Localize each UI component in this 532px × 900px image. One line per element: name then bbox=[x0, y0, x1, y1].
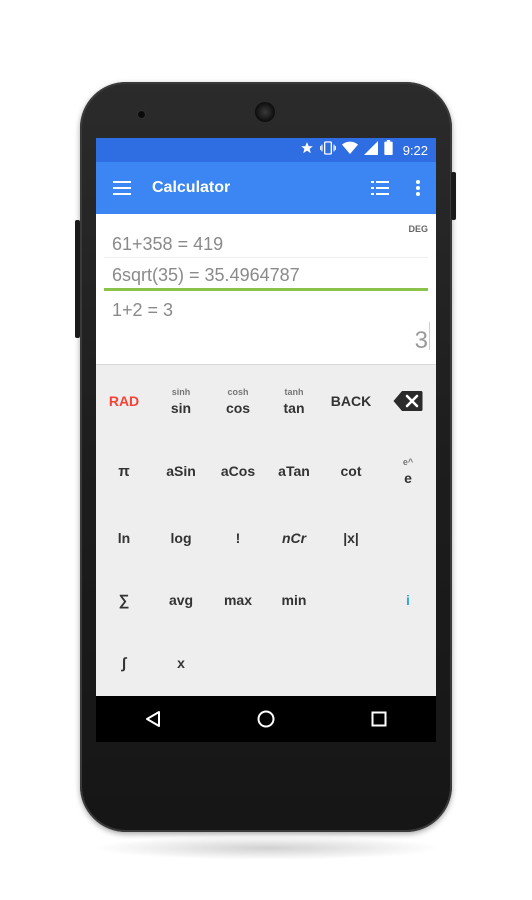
rad-key[interactable]: RAD bbox=[96, 373, 152, 429]
front-camera bbox=[138, 111, 145, 118]
nav-home-button[interactable] bbox=[236, 696, 296, 742]
nav-back-button[interactable] bbox=[123, 696, 183, 742]
history-list-icon bbox=[371, 181, 389, 195]
history-entry[interactable]: 61+358 = 419 bbox=[112, 234, 223, 255]
volume-button bbox=[75, 220, 80, 338]
sin-key[interactable]: sinh sin bbox=[153, 373, 209, 429]
home-circle-icon bbox=[257, 710, 275, 728]
recents-square-icon bbox=[371, 711, 387, 727]
earpiece-speaker bbox=[255, 102, 275, 122]
calculator-display: DEG 61+358 = 419 6sqrt(35) = 35.4964787 … bbox=[96, 214, 436, 365]
max-key[interactable]: max bbox=[210, 572, 266, 628]
sum-key[interactable]: ∑ bbox=[96, 572, 152, 628]
app-bar: Calculator bbox=[96, 162, 436, 214]
vibrate-icon bbox=[319, 138, 336, 162]
navigation-bar bbox=[96, 696, 436, 742]
angle-mode-indicator: DEG bbox=[408, 224, 428, 234]
integral-key[interactable]: ∫ bbox=[96, 635, 152, 691]
variable-x-key[interactable]: x bbox=[153, 635, 209, 691]
star-icon bbox=[300, 138, 314, 162]
more-vert-icon bbox=[416, 180, 420, 196]
history-list-button[interactable] bbox=[360, 162, 400, 214]
back-key[interactable]: BACK bbox=[323, 373, 379, 429]
asin-key[interactable]: aSin bbox=[153, 443, 209, 499]
result-value: 3 bbox=[414, 327, 428, 354]
ncr-key[interactable]: nCr bbox=[266, 510, 322, 566]
pi-key[interactable]: π bbox=[96, 443, 152, 499]
hamburger-menu-icon bbox=[113, 181, 131, 195]
ln-key[interactable]: ln bbox=[96, 510, 152, 566]
acos-key[interactable]: aCos bbox=[210, 443, 266, 499]
scientific-keypad: RAD sinh sin cosh cos tanh tan BACK π aS… bbox=[96, 365, 436, 696]
input-underline bbox=[104, 288, 428, 291]
expression-input[interactable]: 1+2 = 3 bbox=[112, 300, 173, 321]
history-entry[interactable]: 6sqrt(35) = 35.4964787 bbox=[112, 265, 300, 286]
phone-shadow bbox=[92, 836, 442, 860]
atan-key[interactable]: aTan bbox=[266, 443, 322, 499]
abs-key[interactable]: |x| bbox=[323, 510, 379, 566]
cos-key[interactable]: cosh cos bbox=[210, 373, 266, 429]
text-cursor bbox=[429, 322, 430, 350]
wifi-icon bbox=[341, 138, 358, 162]
back-triangle-icon bbox=[145, 711, 160, 727]
status-bar: 9:22 bbox=[96, 138, 436, 162]
min-key[interactable]: min bbox=[266, 572, 322, 628]
app-title: Calculator bbox=[152, 179, 231, 196]
e-key[interactable]: e^ e bbox=[380, 443, 436, 499]
nav-recents-button[interactable] bbox=[349, 696, 409, 742]
tan-key[interactable]: tanh tan bbox=[266, 373, 322, 429]
more-options-button[interactable] bbox=[400, 162, 436, 214]
backspace-key[interactable] bbox=[380, 373, 436, 429]
status-time: 9:22 bbox=[402, 142, 428, 158]
signal-icon bbox=[363, 138, 378, 162]
power-button bbox=[451, 172, 456, 220]
phone-screen: 9:22 Calculator DEG 61+358 = 419 6sqrt(3… bbox=[96, 138, 436, 742]
imaginary-i-key[interactable]: i bbox=[380, 572, 436, 628]
backspace-icon bbox=[393, 391, 423, 411]
avg-key[interactable]: avg bbox=[153, 572, 209, 628]
menu-button[interactable] bbox=[96, 162, 148, 214]
log-key[interactable]: log bbox=[153, 510, 209, 566]
battery-icon bbox=[384, 138, 393, 162]
history-divider bbox=[104, 257, 428, 258]
factorial-key[interactable]: ! bbox=[210, 510, 266, 566]
cot-key[interactable]: cot bbox=[323, 443, 379, 499]
